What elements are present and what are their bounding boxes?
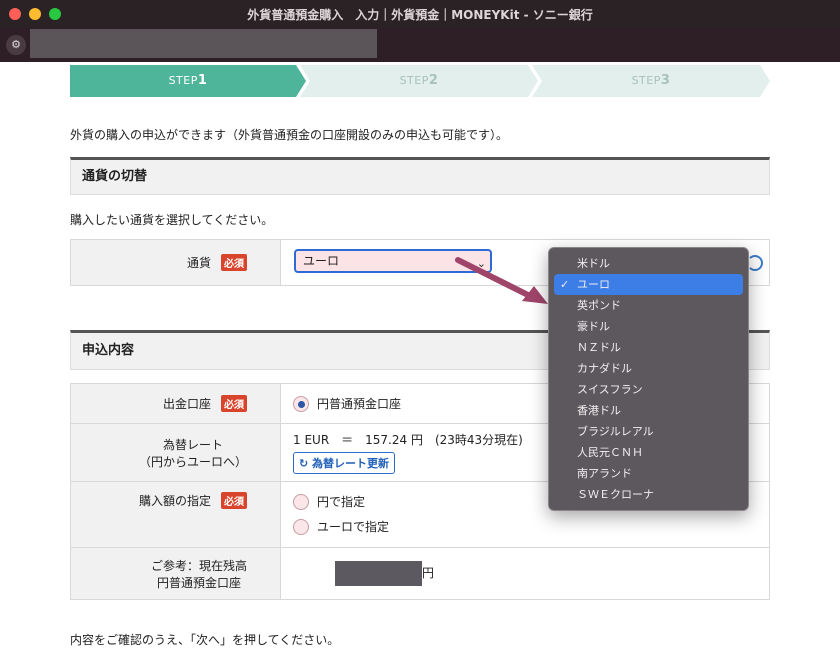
dropdown-option-label: カナダドル (577, 362, 632, 375)
balance-unit: 円 (422, 566, 435, 580)
dropdown-option[interactable]: ＳＷＥクローナ (554, 484, 743, 505)
dropdown-option[interactable]: スイスフラン (554, 379, 743, 400)
dropdown-option[interactable]: 人民元ＣＮＨ (554, 442, 743, 463)
dropdown-option-label: 米ドル (577, 257, 610, 270)
dropdown-option-label: ユーロ (577, 278, 610, 291)
dropdown-option[interactable]: 英ポンド (554, 295, 743, 316)
dropdown-option[interactable]: ブラジルレアル (554, 421, 743, 442)
address-bar[interactable] (30, 29, 377, 58)
step-3: STEP3 (532, 65, 770, 97)
step-indicator: STEP1 STEP2 STEP3 (70, 65, 770, 97)
dropdown-option[interactable]: 南アランド (554, 463, 743, 484)
refresh-icon: ↻ (299, 457, 313, 470)
required-badge: 必須 (221, 254, 247, 271)
currency-label: 通貨 (186, 256, 211, 270)
yen-radio[interactable] (293, 494, 309, 510)
dropdown-option-label: スイスフラン (577, 383, 643, 396)
balance-label-sub: 円普通預金口座 (156, 575, 241, 590)
dropdown-option[interactable]: 米ドル (554, 253, 743, 274)
dropdown-option-label: ＮＺドル (577, 341, 621, 354)
refresh-rate-button[interactable]: ↻ 為替レート更新 (293, 452, 396, 474)
currency-select-value: ユーロ (303, 254, 340, 268)
required-badge: 必須 (221, 492, 247, 509)
dropdown-option-label: ＳＷＥクローナ (577, 488, 654, 501)
currency-dropdown-menu: 米ドル ✓ ユーロ英ポンド豪ドル ＮＺドルカナダドルスイスフラン 香港ドルブラジルレアル… (548, 247, 749, 511)
account-value: 円普通預金口座 (317, 396, 402, 411)
dropdown-option[interactable]: 豪ドル (554, 316, 743, 337)
amount-option-euro[interactable]: ユーロで指定 (293, 515, 769, 540)
dropdown-option[interactable]: 香港ドル (554, 400, 743, 421)
dropdown-option-label: 南アランド (577, 467, 632, 480)
balance-redacted (335, 561, 422, 586)
balance-label: ご参考：現在残高 (150, 558, 247, 573)
browser-toolbar: ⚙ (0, 28, 840, 62)
currency-note: 購入したい通貨を選択してください。 (70, 213, 274, 227)
step-2: STEP2 (300, 65, 538, 97)
window-title: 外貨普通預金購入 入力｜外貨預金｜MONEYKit - ソニー銀行 (247, 8, 593, 22)
loading-spinner-icon (747, 255, 763, 271)
step-1: STEP1 (70, 65, 306, 97)
amount-label: 購入額の指定 (138, 494, 211, 508)
rate-label-cell: 為替レート （円からユーロへ） (70, 423, 281, 482)
checkmark-icon: ✓ (560, 278, 570, 291)
dropdown-option[interactable]: カナダドル (554, 358, 743, 379)
account-radio[interactable] (293, 396, 309, 413)
dropdown-option-label: 英ポンド (577, 299, 621, 312)
currency-label-cell: 通貨 必須 (70, 239, 281, 286)
account-label: 出金口座 (162, 397, 211, 411)
amount-label-cell: 購入額の指定 必須 (70, 481, 281, 548)
balance-label-cell: ご参考：現在残高 円普通預金口座 (70, 547, 281, 600)
dropdown-option-label: 香港ドル (577, 404, 621, 417)
rate-label-sub: （円からユーロへ） (138, 454, 247, 469)
dropdown-option-label: ブラジルレアル (577, 425, 654, 438)
dropdown-option[interactable]: ✓ ユーロ (554, 274, 743, 295)
intro-text: 外貨の購入の申込ができます（外貨普通預金の口座開設のみの申込も可能です）。 (70, 128, 509, 142)
site-settings-icon[interactable]: ⚙ (6, 35, 26, 55)
dropdown-option[interactable]: ＮＺドル (554, 337, 743, 358)
dropdown-option-label: 人民元ＣＮＨ (577, 446, 643, 459)
footer-instruction: 内容をご確認のうえ、「次へ」を押してください。 (70, 633, 340, 647)
balance-value-cell: 円 (280, 547, 770, 600)
annotation-arrow-icon (455, 257, 548, 304)
euro-radio[interactable] (293, 519, 309, 535)
required-badge: 必須 (221, 395, 247, 412)
rate-label: 為替レート (162, 437, 223, 452)
dropdown-option-label: 豪ドル (577, 320, 610, 333)
account-label-cell: 出金口座 必須 (70, 383, 281, 424)
window-titlebar: 外貨普通預金購入 入力｜外貨預金｜MONEYKit - ソニー銀行 (0, 0, 840, 28)
currency-section-title: 通貨の切替 (70, 157, 770, 195)
